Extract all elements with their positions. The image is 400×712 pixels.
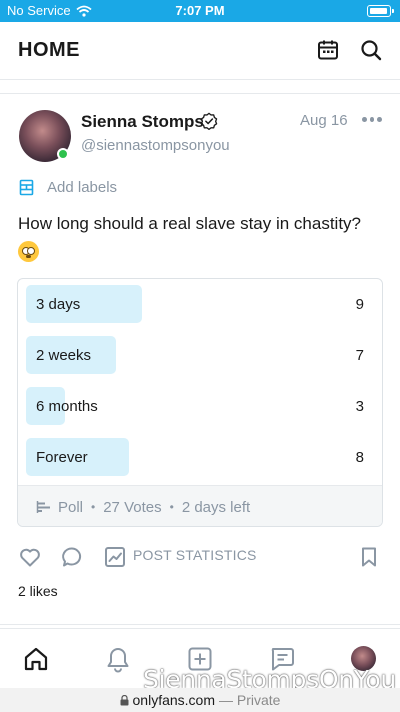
private-mode-label: — Private xyxy=(219,692,281,708)
poll-option-label: Forever xyxy=(36,449,88,466)
search-icon[interactable] xyxy=(359,38,383,62)
browser-url-bar[interactable]: onlyfans.com — Private xyxy=(0,688,400,712)
separator-dot: • xyxy=(169,500,174,514)
dot-icon xyxy=(377,117,383,122)
verified-icon xyxy=(200,112,218,130)
poll-option-votes: 8 xyxy=(355,449,364,466)
dot-icon xyxy=(369,117,375,122)
status-bar: No Service 7:07 PM xyxy=(0,0,400,22)
post-text: How long should a real slave stay in cha… xyxy=(18,211,383,263)
poll-vote-total: 27 Votes xyxy=(103,498,162,516)
label-icon xyxy=(19,179,34,195)
calendar-icon[interactable] xyxy=(316,38,340,62)
poll-option[interactable]: 2 weeks 7 xyxy=(26,336,374,374)
lock-icon xyxy=(120,694,129,705)
page-title: HOME xyxy=(18,39,80,61)
add-labels-label: Add labels xyxy=(47,178,118,196)
post-card: Sienna Stomps @siennastompsonyou Aug 16 … xyxy=(0,95,400,625)
comment-icon[interactable] xyxy=(60,545,84,569)
poll-option-label: 3 days xyxy=(36,296,81,313)
statistics-icon[interactable] xyxy=(103,545,127,569)
poll-option-votes: 7 xyxy=(355,347,364,364)
online-indicator xyxy=(57,148,69,160)
app-header: HOME xyxy=(0,22,400,80)
feed-divider xyxy=(0,80,400,94)
more-options-button[interactable] xyxy=(362,117,383,125)
clock: 7:07 PM xyxy=(175,3,225,18)
url-domain: onlyfans.com xyxy=(132,692,215,708)
poll-option[interactable]: 6 months 3 xyxy=(26,387,374,425)
poll-footer: Poll • 27 Votes • 2 days left xyxy=(18,485,382,526)
post-statistics-button[interactable]: POST STATISTICS xyxy=(133,547,257,563)
poll-option[interactable]: Forever 8 xyxy=(26,438,374,476)
poll-option-label: 2 weeks xyxy=(36,347,92,364)
poll-option-votes: 9 xyxy=(355,296,364,313)
poll-option-label: 6 months xyxy=(36,398,98,415)
battery-icon xyxy=(367,5,394,17)
post-actions: POST STATISTICS xyxy=(0,542,400,572)
heart-icon[interactable] xyxy=(18,545,42,569)
poll-option-votes: 3 xyxy=(355,398,364,415)
author-name[interactable]: Sienna Stomps xyxy=(81,112,204,132)
rolling-eyes-emoji-icon xyxy=(18,241,39,263)
home-icon[interactable] xyxy=(22,645,50,673)
dot-icon xyxy=(362,117,367,122)
poll-type: Poll xyxy=(58,498,84,516)
bell-icon[interactable] xyxy=(104,645,132,673)
poll: 3 days 9 2 weeks 7 6 months 3 Forever 8 … xyxy=(17,278,383,527)
separator-dot: • xyxy=(91,500,96,514)
poll-option[interactable]: 3 days 9 xyxy=(26,285,374,323)
poll-time-left: 2 days left xyxy=(181,498,251,516)
likes-count[interactable]: 2 likes xyxy=(18,583,58,599)
add-labels-button[interactable]: Add labels xyxy=(19,177,117,197)
poll-icon xyxy=(36,501,50,513)
author-handle[interactable]: @siennastompsonyou xyxy=(81,137,230,154)
post-text-content: How long should a real slave stay in cha… xyxy=(18,214,362,233)
post-date: Aug 16 xyxy=(300,112,348,129)
bookmark-icon[interactable] xyxy=(357,545,381,569)
